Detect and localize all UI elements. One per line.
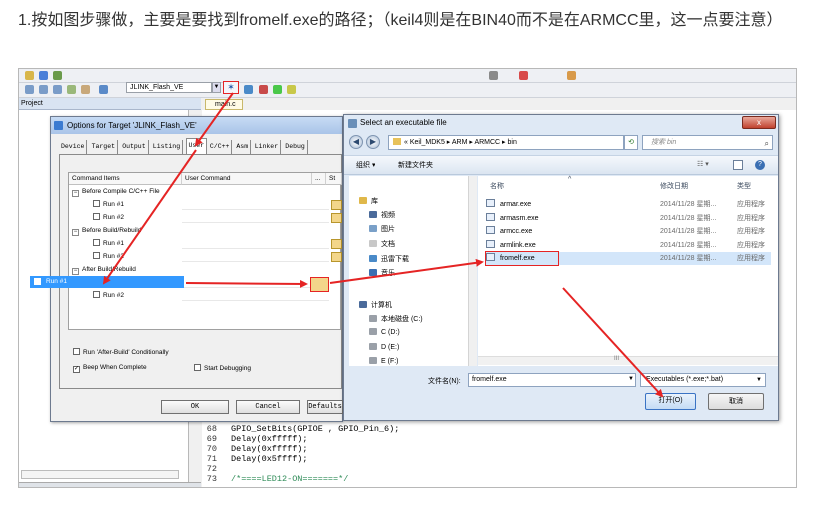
arrow-fromelf-to-open <box>562 287 664 398</box>
annotation-arrows <box>102 92 664 398</box>
arrow-user-tab-to-run1 <box>102 149 197 285</box>
arrow-options-to-user-tab <box>194 92 234 147</box>
arrow-browse-to-fromelf <box>329 258 484 284</box>
arrow-run1-to-browse <box>185 279 308 288</box>
